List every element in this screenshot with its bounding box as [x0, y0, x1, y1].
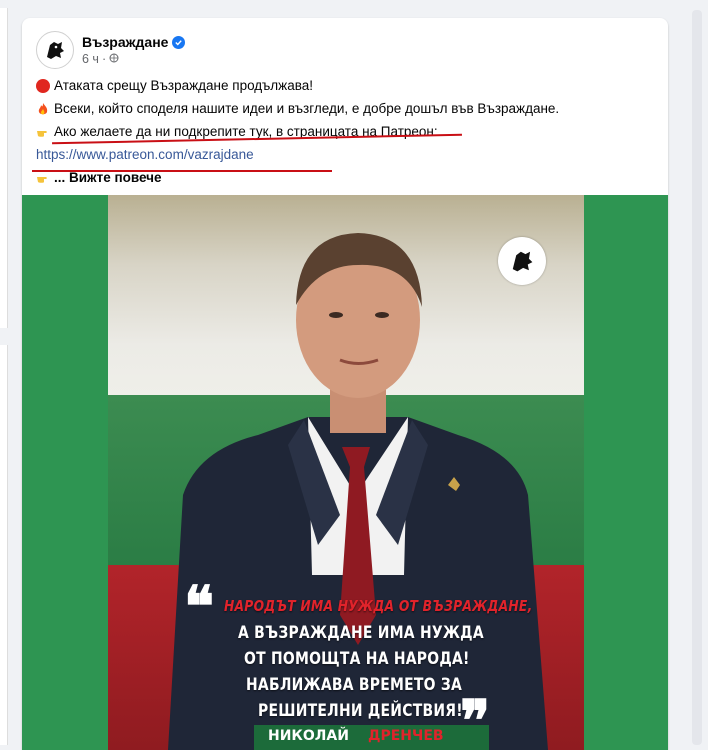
- avatar[interactable]: [36, 31, 74, 69]
- quote-line-1: НАРОДЪТ ИМА НУЖДА ОТ ВЪЗРАЖДАНЕ,: [224, 597, 533, 615]
- poster: ❝ НАРОДЪТ ИМА НУЖДА ОТ ВЪЗРАЖДАНЕ, А ВЪЗ…: [108, 195, 584, 750]
- red-circle-icon: [36, 79, 50, 93]
- post-text: Атаката срещу Възраждане продължава! Все…: [36, 76, 656, 191]
- post-line-1-text: Атаката срещу Възраждане продължава!: [54, 78, 313, 93]
- pointing-hand-icon: [36, 171, 50, 185]
- post-line-2: Всеки, който споделя нашите идеи и възгл…: [36, 99, 656, 119]
- scrollbar[interactable]: [692, 10, 702, 745]
- quote-line-3: ОТ ПОМОЩТА НА НАРОДА!: [244, 649, 470, 669]
- post-header: Възраждане 6 ч ·: [36, 30, 186, 70]
- poster-quote: ❝ НАРОДЪТ ИМА НУЖДА ОТ ВЪЗРАЖДАНЕ, А ВЪЗ…: [108, 195, 584, 750]
- red-underline-annotation-link: [32, 170, 332, 172]
- post-line-2-text: Всеки, който споделя нашите идеи и възгл…: [54, 101, 560, 116]
- page-name-row: Възраждане: [82, 34, 186, 50]
- quote-line-2: А ВЪЗРАЖДАНЕ ИМА НУЖДА: [238, 623, 484, 643]
- verified-icon: [172, 35, 186, 49]
- post-line-1: Атаката срещу Възраждане продължава!: [36, 76, 656, 96]
- post-time[interactable]: 6 ч: [82, 52, 99, 66]
- quote-line-5: РЕШИТЕЛНИ ДЕЙСТВИЯ!: [258, 701, 463, 721]
- timestamp-row: 6 ч ·: [82, 52, 185, 66]
- post-card: Възраждане 6 ч · Атаката срещу Възраждан…: [22, 18, 668, 750]
- quote-line-4: НАБЛИЖАВА ВРЕМЕТО ЗА: [246, 675, 463, 695]
- post-line-3: Ако желаете да ни подкрепите тук, в стра…: [36, 122, 656, 142]
- post-meta: Възраждане 6 ч ·: [82, 34, 186, 66]
- left-panel-edge-lower: [0, 345, 8, 745]
- name-last: ДРЕНЧЕВ: [368, 728, 444, 744]
- separator: ·: [101, 52, 107, 66]
- avatar-logo-icon: [47, 42, 64, 59]
- globe-icon: [109, 53, 119, 66]
- pointing-hand-icon: [36, 125, 50, 139]
- open-quote-icon: ❝: [184, 574, 215, 640]
- post-image[interactable]: ❝ НАРОДЪТ ИМА НУЖДА ОТ ВЪЗРАЖДАНЕ, А ВЪЗ…: [22, 195, 668, 750]
- fire-icon: [36, 102, 50, 116]
- name-first: НИКОЛАЙ: [268, 728, 349, 744]
- post-link-row: https://www.patreon.com/vazrajdane: [36, 145, 656, 165]
- left-panel-edge: [0, 8, 8, 328]
- patreon-link[interactable]: https://www.patreon.com/vazrajdane: [36, 145, 254, 165]
- page-name[interactable]: Възраждане: [82, 34, 168, 50]
